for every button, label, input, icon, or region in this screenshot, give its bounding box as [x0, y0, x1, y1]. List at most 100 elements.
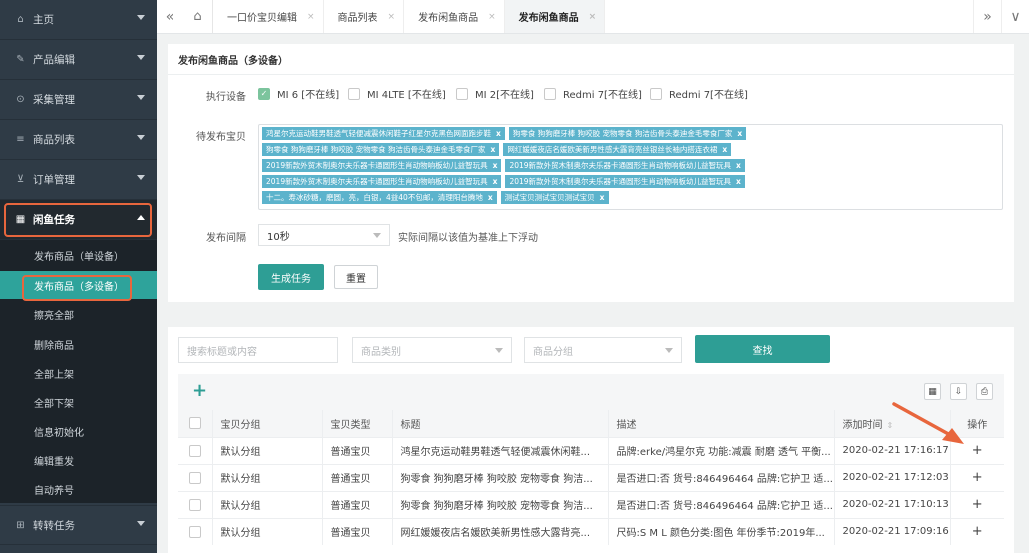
close-icon[interactable]: x	[491, 143, 496, 156]
row-checkbox[interactable]	[178, 436, 212, 464]
tab-product-list[interactable]: 商品列表 ×	[324, 0, 405, 33]
row-add-button[interactable]: +	[949, 490, 1004, 518]
tag-label: 网红媛媛夜店名媛欧美新男性感大露背亮丝银丝长袖内搭连衣裙	[507, 145, 718, 154]
device-checkbox-mi6[interactable]: ✓ MI 6 [不在线]	[258, 86, 339, 101]
generate-task-button[interactable]: 生成任务	[258, 264, 324, 290]
sidebar-item-product-list[interactable]: ≡ 商品列表	[0, 120, 157, 160]
checkbox-box[interactable]	[188, 444, 201, 457]
tabs-scroll-left-button[interactable]: «	[157, 0, 183, 33]
close-icon[interactable]: x	[493, 175, 498, 188]
columns-icon[interactable]: ▦	[924, 383, 941, 400]
checkbox-box[interactable]	[188, 498, 201, 511]
checkbox-box[interactable]	[188, 525, 201, 538]
checkbox-box[interactable]	[188, 417, 201, 430]
pending-item-tag[interactable]: 狗零食 狗狗磨牙棒 狗咬胶 宠物零食 狗洁齿骨头泰迪金毛零食厂家 x	[508, 127, 747, 140]
device-checkbox-redmi7-b[interactable]: Redmi 7[不在线]	[650, 86, 748, 101]
submenu-item-delist-all[interactable]: 全部下架	[0, 388, 157, 417]
sidebar-item-collect[interactable]: ⊙ 采集管理	[0, 80, 157, 120]
pending-item-tag[interactable]: 鸿星尔克运动鞋男鞋透气轻便减震休闲鞋子红星尔克黑色网面跑步鞋 x	[262, 127, 505, 140]
close-icon[interactable]: x	[722, 143, 727, 156]
category-select[interactable]: 商品类别	[352, 337, 512, 363]
row-checkbox[interactable]	[178, 490, 212, 518]
row-checkbox[interactable]	[178, 517, 212, 545]
close-icon[interactable]: ×	[307, 12, 315, 22]
chevron-up-icon	[137, 215, 145, 220]
pending-items-box[interactable]: 鸿星尔克运动鞋男鞋透气轻便减震休闲鞋子红星尔克黑色网面跑步鞋 x 狗零食 狗狗磨牙…	[258, 124, 1003, 210]
tab-fixed-price-edit[interactable]: 一口价宝贝编辑 ×	[213, 0, 324, 33]
interval-value: 10秒	[267, 231, 290, 243]
pending-item-tag[interactable]: 2019新款外贸木制奥尔夫乐器卡通圆形生肖动物响板幼儿益智玩具 x	[262, 159, 502, 172]
submenu-item-polish-all[interactable]: 擦亮全部	[0, 299, 157, 330]
pending-item-tag[interactable]: 2019新款外贸木制奥尔夫乐器卡通圆形生肖动物响板幼儿益智玩具 x	[505, 159, 745, 172]
sort-icon[interactable]: ⇕	[887, 421, 894, 430]
tag-label: 鸿星尔克运动鞋男鞋透气轻便减震休闲鞋子红星尔克黑色网面跑步鞋	[266, 129, 491, 138]
tab-publish-xianyu[interactable]: 发布闲鱼商品 ×	[404, 0, 505, 33]
close-icon[interactable]: x	[493, 159, 498, 172]
cell-added-time: 2020-02-21 17:12:03	[833, 463, 950, 491]
row-add-button[interactable]: +	[949, 463, 1004, 491]
cell-group: 默认分组	[211, 436, 322, 464]
submenu-item-delete[interactable]: 删除商品	[0, 330, 157, 359]
double-chevron-left-icon: «	[165, 8, 175, 25]
tag-label: 2019新款外贸木制奥尔夫乐器卡通圆形生肖动物响板幼儿益智玩具	[266, 177, 488, 186]
group-select[interactable]: 商品分组	[524, 337, 682, 363]
close-icon[interactable]: ×	[589, 12, 597, 22]
search-button[interactable]: 查找	[695, 335, 830, 363]
sidebar-item-zhuanzhuan[interactable]: ⊞ 转转任务	[0, 505, 157, 545]
submenu-xianyu: 发布商品（单设备） 发布商品（多设备） 擦亮全部 删除商品 全部上架 全部下架 …	[0, 240, 157, 503]
tabs-scroll-right-button[interactable]: »	[973, 0, 1001, 33]
checkbox-box[interactable]	[188, 471, 201, 484]
pending-item-tag[interactable]: 测试宝贝测试宝贝测试宝贝 x	[500, 191, 609, 204]
sidebar-item-product-edit[interactable]: ✎ 产品编辑	[0, 40, 157, 80]
row-checkbox[interactable]	[178, 463, 212, 491]
device-checkbox-mi4lte[interactable]: MI 4LTE [不在线]	[348, 86, 446, 101]
submenu-item-edit-repost[interactable]: 编辑重发	[0, 446, 157, 475]
row-add-button[interactable]: +	[949, 517, 1004, 545]
close-icon[interactable]: x	[488, 191, 493, 204]
tab-label: 一口价宝贝编辑	[227, 13, 297, 24]
close-icon[interactable]: x	[736, 175, 741, 188]
add-icon[interactable]: +	[192, 380, 207, 401]
sidebar-item-orders[interactable]: ⊻ 订单管理	[0, 160, 157, 200]
device-checkbox-mi2[interactable]: MI 2[不在线]	[456, 86, 534, 101]
reset-button[interactable]: 重置	[334, 265, 378, 289]
close-icon[interactable]: x	[736, 159, 741, 172]
close-icon[interactable]: x	[600, 191, 605, 204]
home-tab-button[interactable]: ⌂	[183, 0, 213, 33]
tabs-dropdown-button[interactable]: ∨	[1001, 0, 1029, 33]
submenu-item-publish-multi[interactable]: 发布商品（多设备）	[0, 271, 157, 299]
row-add-button[interactable]: +	[949, 436, 1004, 464]
device-label-text: Redmi 7[不在线]	[563, 90, 642, 101]
pending-item-tag[interactable]: 网红媛媛夜店名媛欧美新男性感大露背亮丝银丝长袖内搭连衣裙 x	[503, 143, 732, 156]
pending-item-tag[interactable]: 十二。寿冰砂糖，磨圆，亮，白银，4益40不包邮，清理阳台腾地 x	[262, 191, 497, 204]
sidebar-item-label: 主页	[33, 14, 54, 26]
pending-item-tag[interactable]: 2019新款外贸木制奥尔夫乐器卡通圆形生肖动物响板幼儿益智玩具 x	[505, 175, 745, 188]
sidebar-item-home[interactable]: ⌂ 主页	[0, 0, 157, 40]
device-checkbox-redmi7-a[interactable]: Redmi 7[不在线]	[544, 86, 642, 101]
table-row: 默认分组 普通宝贝 网红媛媛夜店名媛欧美新男性感大露背亮... 尺码:S M L…	[178, 517, 1004, 545]
cell-group: 默认分组	[211, 490, 322, 518]
submenu-item-publish-single[interactable]: 发布商品（单设备）	[0, 240, 157, 271]
edit-icon: ✎	[16, 54, 25, 65]
tab-publish-xianyu-active[interactable]: 发布闲鱼商品 ×	[504, 0, 606, 33]
header-added-time[interactable]: 添加时间 ⇕	[833, 410, 950, 437]
search-input[interactable]: 搜索标题或内容	[178, 337, 338, 363]
header-title: 标题	[391, 410, 608, 437]
pending-item-tag[interactable]: 2019新款外贸木制奥尔夫乐器卡通圆形生肖动物响板幼儿益智玩具 x	[262, 175, 502, 188]
double-chevron-right-icon: »	[983, 8, 992, 25]
submenu-item-auto-nurture[interactable]: 自动养号	[0, 475, 157, 503]
device-label-text: MI 6 [不在线]	[277, 90, 340, 101]
pending-item-tag[interactable]: 狗零食 狗狗磨牙棒 狗咬胶 宠物零食 狗洁齿骨头泰迪金毛零食厂家 x	[262, 143, 500, 156]
interval-select[interactable]: 10秒	[258, 224, 390, 246]
print-icon[interactable]: ⎙	[976, 383, 993, 400]
close-icon[interactable]: x	[737, 127, 742, 140]
submenu-item-list-all[interactable]: 全部上架	[0, 359, 157, 388]
close-icon[interactable]: ×	[388, 12, 396, 22]
export-icon[interactable]: ⇩	[950, 383, 967, 400]
submenu-item-init-info[interactable]: 信息初始化	[0, 417, 157, 446]
close-icon[interactable]: ×	[488, 12, 496, 22]
sidebar-item-xianyu-task[interactable]: ▦ 闲鱼任务	[0, 200, 157, 240]
header-select-all[interactable]	[178, 410, 212, 437]
cell-description: 是否进口:否 货号:846496464 品牌:它护卫 适...	[607, 463, 834, 491]
close-icon[interactable]: x	[496, 127, 501, 140]
